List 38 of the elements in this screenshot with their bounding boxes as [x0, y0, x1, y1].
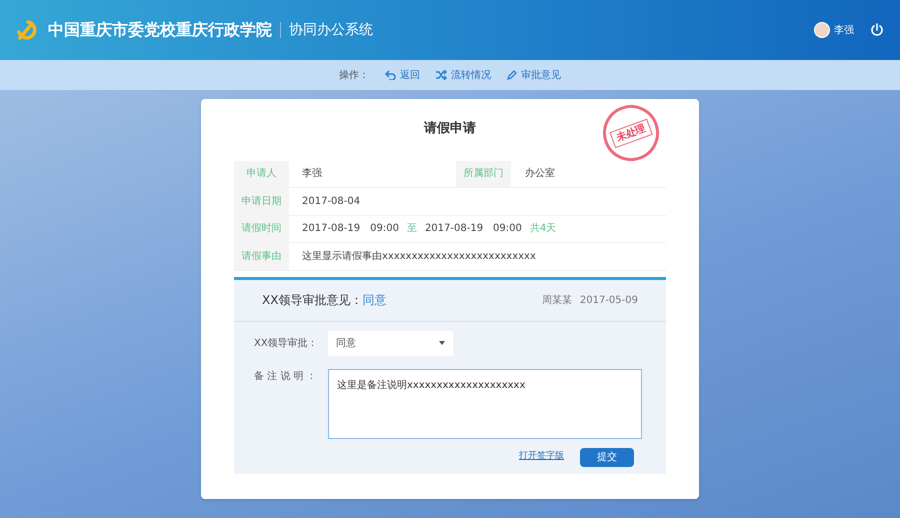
approver-name: 周某某: [542, 294, 572, 308]
approval-title: XX领导审批意见：: [262, 292, 362, 309]
to-text: 至: [406, 222, 417, 236]
note-label: 备 注 说 明 ：: [254, 370, 318, 384]
approval-select[interactable]: 同意: [328, 330, 453, 356]
status-stamp: 未处理: [609, 118, 653, 148]
start-time: 2017-08-19 09:00: [302, 222, 399, 236]
form-title: 请假申请: [424, 120, 476, 138]
approval-result: 同意: [362, 292, 386, 309]
field-label: 申请日期: [234, 188, 289, 214]
toolbar-action[interactable]: 审批意见: [507, 68, 561, 82]
field-value: 李强: [301, 166, 323, 182]
undo-arrow-icon: [385, 70, 396, 80]
power-icon[interactable]: [870, 23, 884, 37]
system-name: 协同办公系统: [289, 20, 373, 40]
toolbar-action[interactable]: 返回: [385, 68, 420, 82]
field-label: 请假时间: [234, 216, 289, 242]
field-label: 请假事由: [234, 243, 289, 270]
pencil-icon: [507, 70, 517, 80]
note-field[interactable]: 这里是备注说明xxxxxxxxxxxxxxxxxxxx: [328, 368, 642, 438]
select-label: XX领导审批：: [254, 336, 319, 350]
approval-date: 2017-05-09: [580, 294, 638, 308]
field-label: 申请人: [234, 160, 289, 187]
shuffle-icon: [436, 70, 447, 80]
toolbar-label: 操作：: [339, 68, 369, 82]
user-name[interactable]: 李强: [834, 22, 854, 38]
signature-link[interactable]: 打开签字版: [519, 450, 564, 464]
field-value: 2017-08-04: [301, 194, 360, 209]
field-value: 办公室: [524, 166, 555, 182]
toolbar-action[interactable]: 流转情况: [436, 68, 491, 82]
org-name: 中国重庆市委党校重庆行政学院: [48, 19, 272, 41]
field-value: 这里显示请假事由xxxxxxxxxxxxxxxxxxxxxxxxxx: [301, 250, 536, 264]
avatar: [814, 22, 830, 38]
dropdown-caret-icon: [439, 341, 445, 345]
total-days: 共4天: [530, 221, 556, 236]
submit-button[interactable]: 提交: [580, 448, 634, 466]
field-label: 所属部门: [456, 160, 511, 187]
end-time: 2017-08-19 09:00: [424, 222, 522, 236]
